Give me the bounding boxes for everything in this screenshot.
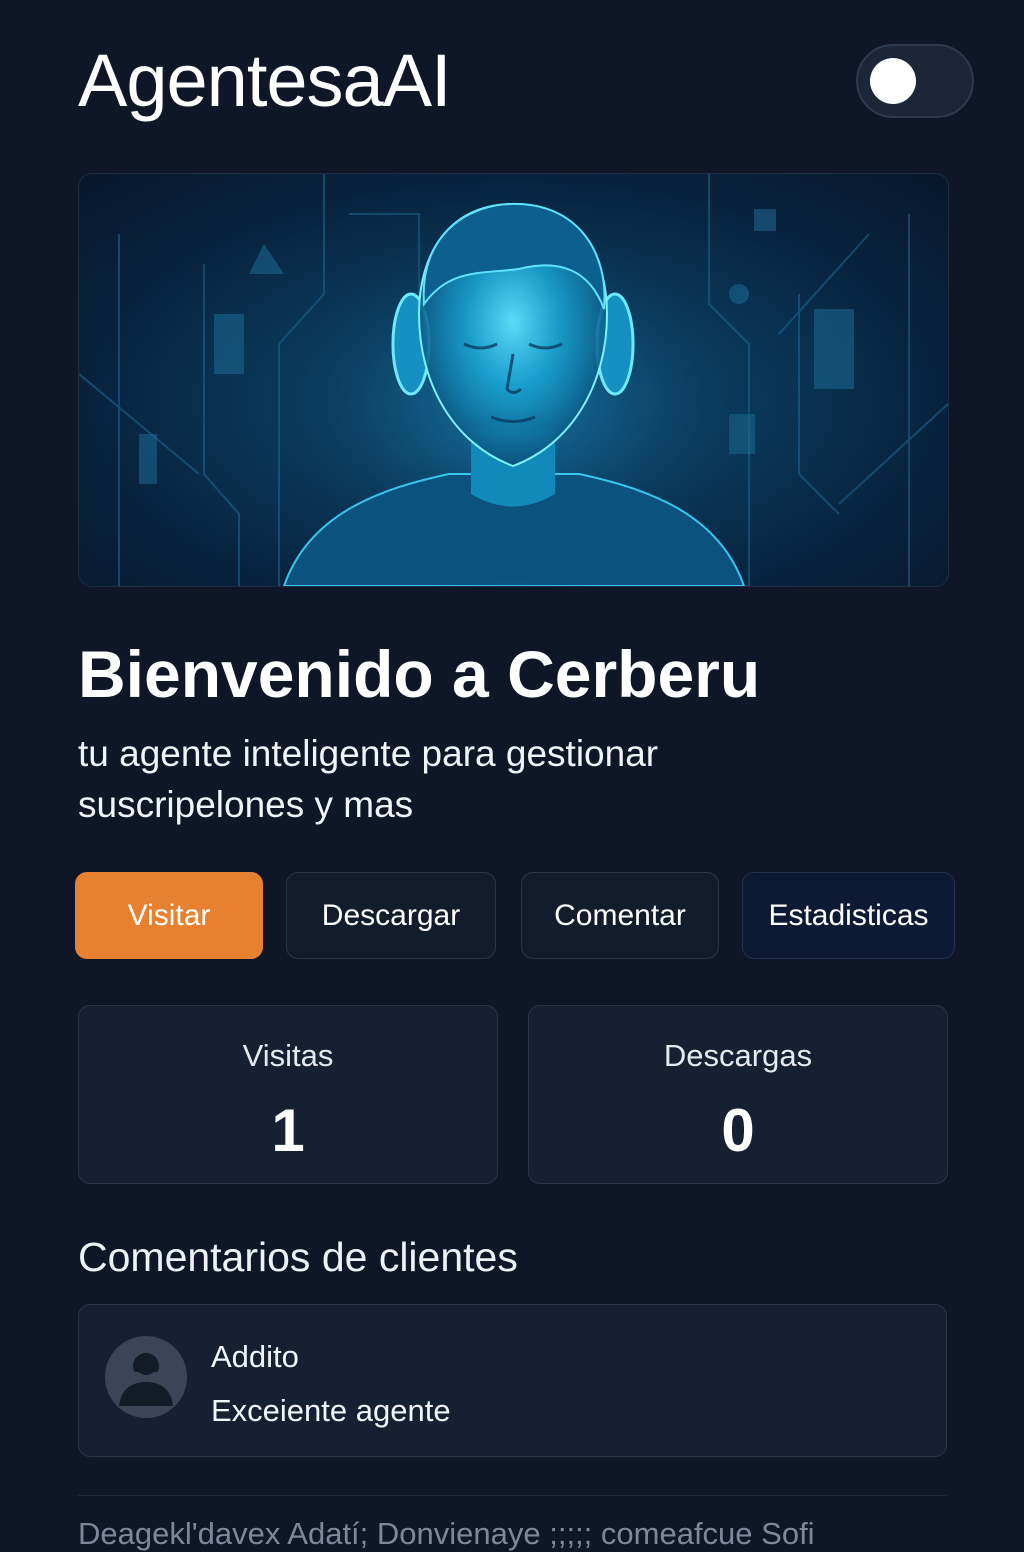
visits-label: Visitas bbox=[242, 1038, 334, 1073]
downloads-count: 0 bbox=[721, 1097, 755, 1164]
comment-author: Addito bbox=[211, 1339, 299, 1374]
comment-text: Exceiente agente bbox=[211, 1393, 451, 1428]
toggle-knob bbox=[870, 58, 916, 104]
download-button[interactable]: Descargar bbox=[286, 872, 496, 959]
welcome-subtitle: tu agente inteligente para gestionar sus… bbox=[78, 733, 659, 825]
welcome-title: Bienvenido a Cerberu bbox=[78, 637, 761, 711]
visits-card: Visitas 1 bbox=[78, 1005, 498, 1184]
app-title: AgentesaAI bbox=[78, 39, 452, 122]
comment-button[interactable]: Comentar bbox=[521, 872, 719, 959]
stats-button[interactable]: Estadisticas bbox=[742, 872, 955, 959]
visit-button[interactable]: Visitar bbox=[75, 872, 263, 959]
footer-text: Deagekl'davex Adatí; Donvienaye ;;;;; co… bbox=[78, 1516, 815, 1551]
theme-toggle[interactable] bbox=[856, 44, 974, 118]
visits-count: 1 bbox=[271, 1097, 305, 1164]
footer-divider bbox=[78, 1495, 947, 1496]
downloads-label: Descargas bbox=[663, 1038, 813, 1073]
ai-agent-illustration bbox=[79, 174, 948, 586]
comments-section-title: Comentarios de clientes bbox=[78, 1234, 518, 1280]
comment-item: Addito Exceiente agente bbox=[78, 1304, 947, 1457]
user-avatar-icon bbox=[105, 1336, 187, 1418]
downloads-card: Descargas 0 bbox=[528, 1005, 948, 1184]
hero-image bbox=[78, 173, 949, 587]
